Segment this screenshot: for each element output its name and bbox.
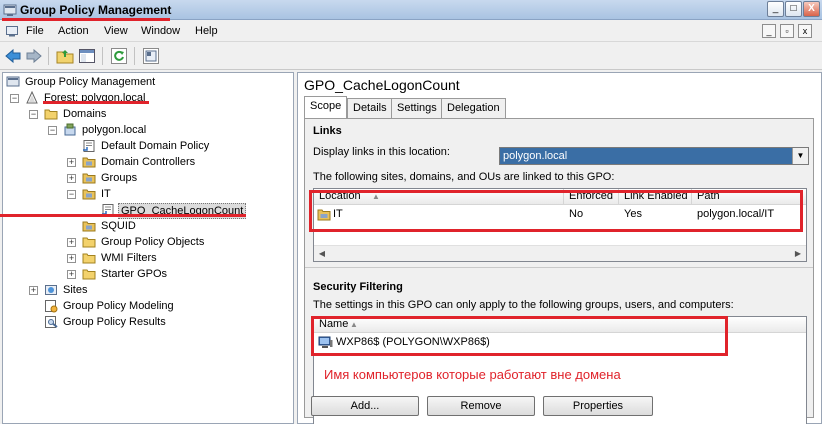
menu-view[interactable]: View xyxy=(104,25,128,37)
scroll-left-icon[interactable]: ◀ xyxy=(314,246,330,261)
help-icon[interactable] xyxy=(142,47,160,65)
minimize-button[interactable]: _ xyxy=(767,1,784,17)
gpm-icon xyxy=(6,76,20,87)
mdi-minimize-button[interactable]: _ xyxy=(762,24,776,38)
add-button[interactable]: Add... xyxy=(311,396,419,416)
folder-icon xyxy=(82,237,96,248)
forward-arrow-icon[interactable] xyxy=(25,47,43,65)
domain-icon xyxy=(64,123,76,136)
tree-node-label: Group Policy Management xyxy=(25,76,156,88)
tree-node-label: WMI Filters xyxy=(101,252,157,264)
gpm-app-icon xyxy=(3,4,17,16)
forest-icon xyxy=(26,91,38,104)
mdi-close-button[interactable]: x xyxy=(798,24,812,38)
location-dropdown[interactable]: polygon.local ▼ xyxy=(499,147,809,165)
location-dropdown-value: polygon.local xyxy=(503,150,568,162)
menu-file[interactable]: File xyxy=(26,25,44,37)
tree-node-label: Domains xyxy=(63,108,107,120)
show-hide-tree-icon[interactable] xyxy=(78,47,96,65)
tree-node-label: IT xyxy=(101,188,111,200)
links-description: The following sites, domains, and OUs ar… xyxy=(313,171,615,183)
properties-button[interactable]: Properties xyxy=(543,396,653,416)
security-filtering-description: The settings in this GPO can only apply … xyxy=(313,299,734,311)
tree-node-label: Group Policy Modeling xyxy=(63,300,174,312)
tab-scope[interactable]: Scope xyxy=(304,96,348,118)
display-links-label: Display links in this location: xyxy=(313,146,450,158)
links-row-highlight-annotation xyxy=(309,190,803,232)
collapse-icon[interactable]: − xyxy=(29,110,38,119)
scope-tab-panel: Links Display links in this location: po… xyxy=(304,118,814,424)
collapse-icon[interactable]: − xyxy=(48,126,57,135)
collapse-icon[interactable]: − xyxy=(67,190,76,199)
back-arrow-icon[interactable] xyxy=(4,47,22,65)
tab-settings[interactable]: Settings xyxy=(391,98,443,118)
folder-icon xyxy=(82,253,96,264)
ou-icon xyxy=(82,189,96,200)
tab-details[interactable]: Details xyxy=(347,98,393,118)
maximize-button[interactable]: □ xyxy=(785,1,802,17)
expand-icon[interactable]: + xyxy=(67,254,76,263)
tree-node-label: Starter GPOs xyxy=(101,268,168,280)
menu-window[interactable]: Window xyxy=(141,25,180,37)
tree-node-label: Default Domain Policy xyxy=(101,140,210,152)
expand-icon[interactable]: + xyxy=(67,270,76,279)
tab-delegation[interactable]: Delegation xyxy=(441,98,506,118)
collapse-icon[interactable]: − xyxy=(10,94,19,103)
window-title: Group Policy Management xyxy=(20,3,172,17)
console-tree[interactable]: Group Policy Management − Forest: polygon.… xyxy=(2,72,294,424)
chevron-down-icon[interactable]: ▼ xyxy=(792,148,808,164)
gpo-link-icon xyxy=(83,140,95,152)
folder-icon xyxy=(82,269,96,280)
gpo-title: GPO_CacheLogonCount xyxy=(304,77,460,93)
tree-node-label: Sites xyxy=(63,284,88,296)
details-pane: GPO_CacheLogonCount Scope Details Settin… xyxy=(297,72,822,424)
expand-icon[interactable]: + xyxy=(67,158,76,167)
tree-node-label: SQUID xyxy=(101,220,136,232)
title-bar: Group Policy Management _ □ X xyxy=(0,0,822,20)
menu-help[interactable]: Help xyxy=(195,25,218,37)
up-folder-icon[interactable] xyxy=(56,47,74,65)
gpo-underline-annotation xyxy=(0,214,246,217)
section-divider xyxy=(305,267,813,268)
refresh-icon[interactable] xyxy=(110,47,128,65)
ou-icon xyxy=(82,173,96,184)
links-horizontal-scrollbar[interactable]: ◀ ▶ xyxy=(314,245,806,261)
ou-icon xyxy=(82,157,96,168)
security-row-highlight-annotation xyxy=(311,316,728,356)
results-icon xyxy=(45,316,58,328)
expand-icon[interactable]: + xyxy=(67,174,76,183)
folder-icon xyxy=(44,109,58,120)
sites-icon xyxy=(45,285,57,295)
remove-button[interactable]: Remove xyxy=(427,396,535,416)
toolbar-separator xyxy=(102,47,103,65)
scroll-right-icon[interactable]: ▶ xyxy=(790,246,806,261)
forest-underline-annotation xyxy=(43,101,149,104)
tree-node-label: Domain Controllers xyxy=(101,156,196,168)
links-heading: Links xyxy=(313,125,342,137)
modeling-icon xyxy=(45,300,58,313)
tree-node-label: Groups xyxy=(101,172,138,184)
tree-node-label: polygon.local xyxy=(82,124,147,136)
toolbar-separator xyxy=(48,47,49,65)
system-menu-icon[interactable] xyxy=(6,25,18,37)
tree-node-label: Group Policy Objects xyxy=(101,236,205,248)
toolbar xyxy=(0,43,822,70)
expand-icon[interactable]: + xyxy=(29,286,38,295)
expand-icon[interactable]: + xyxy=(67,238,76,247)
security-filtering-heading: Security Filtering xyxy=(313,281,403,293)
menu-action[interactable]: Action xyxy=(58,25,89,37)
window-controls: _ □ X xyxy=(767,1,820,17)
toolbar-separator xyxy=(134,47,135,65)
mdi-restore-button[interactable]: ▫ xyxy=(780,24,794,38)
annotation-note: Имя компьютеров которые работают вне дом… xyxy=(324,367,621,382)
menu-bar: File Action View Window Help _ ▫ x xyxy=(0,21,822,42)
tree-node-label: Group Policy Results xyxy=(63,316,166,328)
ou-icon xyxy=(82,221,96,232)
close-button[interactable]: X xyxy=(803,1,820,17)
